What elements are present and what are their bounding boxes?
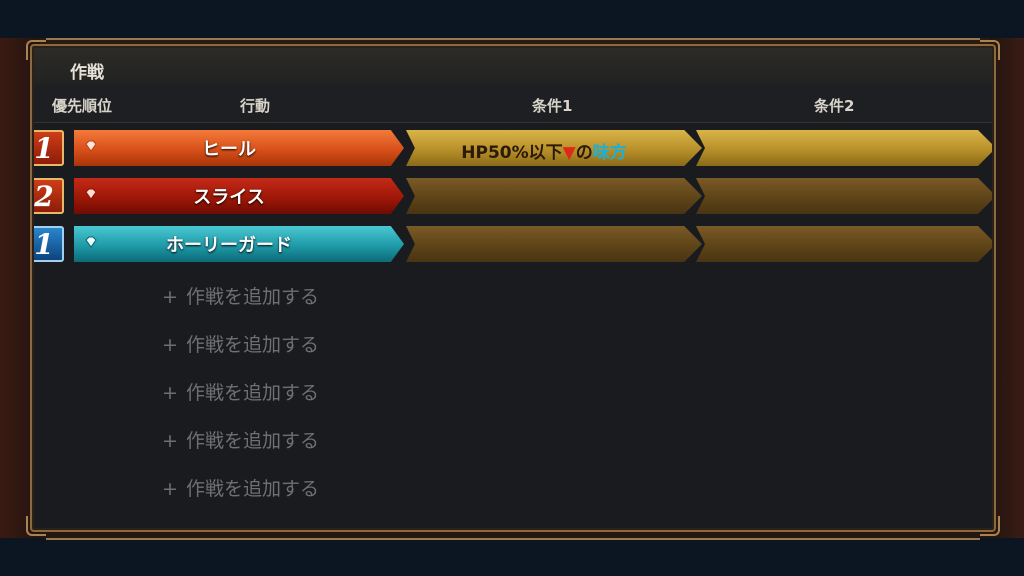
title-bar: 作戦	[34, 48, 992, 85]
plus-icon: +	[162, 334, 178, 356]
condition1-slot[interactable]: HP50%以下▼の味方	[406, 130, 702, 166]
plus-icon: +	[162, 478, 178, 500]
condition1-slot[interactable]	[406, 178, 702, 214]
header-condition2: 条件2	[814, 97, 855, 115]
plus-icon: +	[162, 430, 178, 452]
tactic-row[interactable]: 1 ホーリーガード	[34, 226, 992, 262]
condition2-slot[interactable]	[696, 130, 992, 166]
letterbox-top	[0, 0, 1024, 38]
down-triangle-icon: ▼	[562, 143, 576, 163]
condition2-slot[interactable]	[696, 178, 992, 214]
column-headers: 優先順位 行動 条件1 条件2	[34, 84, 992, 123]
tactic-row[interactable]: 2 スライス	[34, 178, 992, 214]
panel-body: 作戦 優先順位 行動 条件1 条件2 1 ヒール HP50%以下▼の味方 2 ス…	[34, 48, 992, 528]
add-tactic-button[interactable]: + 作戦を追加する	[162, 426, 319, 456]
header-condition1: 条件1	[532, 97, 573, 115]
add-tactic-button[interactable]: + 作戦を追加する	[162, 378, 319, 408]
condition1-text: HP50%以下▼の味方	[461, 143, 627, 163]
priority-badge[interactable]: 2	[34, 178, 64, 214]
header-action: 行動	[240, 97, 271, 115]
add-tactic-button[interactable]: + 作戦を追加する	[162, 474, 319, 504]
action-slot[interactable]: ヒール	[74, 130, 404, 166]
header-priority: 優先順位	[52, 97, 113, 115]
action-slot[interactable]: ホーリーガード	[74, 226, 404, 262]
tactic-row[interactable]: 1 ヒール HP50%以下▼の味方	[34, 130, 992, 166]
add-tactic-button[interactable]: + 作戦を追加する	[162, 282, 319, 312]
tactics-panel: 作戦 優先順位 行動 条件1 条件2 1 ヒール HP50%以下▼の味方 2 ス…	[26, 38, 1000, 540]
letterbox-bottom	[0, 538, 1024, 576]
action-label: ホーリーガード	[166, 235, 292, 256]
action-slot[interactable]: スライス	[74, 178, 404, 214]
condition2-slot[interactable]	[696, 226, 992, 262]
plus-icon: +	[162, 286, 178, 308]
priority-badge[interactable]: 1	[34, 130, 64, 166]
condition1-slot[interactable]	[406, 226, 702, 262]
plus-icon: +	[162, 382, 178, 404]
panel-title: 作戦	[70, 63, 104, 83]
priority-badge[interactable]: 1	[34, 226, 64, 262]
action-label: スライス	[193, 187, 265, 208]
add-tactic-button[interactable]: + 作戦を追加する	[162, 330, 319, 360]
action-label: ヒール	[202, 139, 256, 160]
